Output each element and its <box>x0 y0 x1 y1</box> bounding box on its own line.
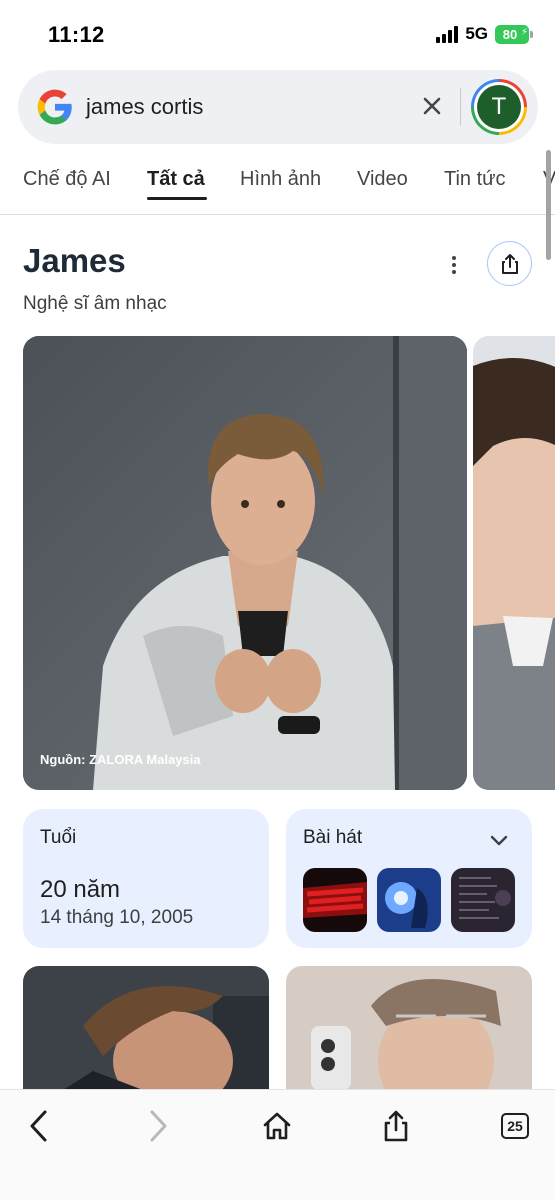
share-page-button[interactable] <box>374 1104 418 1148</box>
charging-bolt-icon: ⚡ <box>520 26 528 38</box>
battery-icon: 80 ⚡ <box>495 24 533 44</box>
song-thumbnail[interactable] <box>377 868 441 932</box>
chevron-right-icon <box>150 1110 167 1142</box>
entity-subtitle: Nghệ sĩ âm nhạc <box>23 293 167 314</box>
scrollbar[interactable] <box>546 150 551 260</box>
main-photo[interactable]: Nguồn: ZALORA Malaysia <box>23 336 467 790</box>
tab-all[interactable]: Tất cả <box>147 168 205 191</box>
search-bar[interactable]: james cortis T <box>18 70 538 144</box>
age-card-label: Tuổi <box>40 827 77 848</box>
grid-photo[interactable] <box>23 966 269 1090</box>
songs-card-label: Bài hát <box>303 827 363 848</box>
secondary-photo[interactable] <box>473 336 555 790</box>
grid-photo[interactable] <box>286 966 532 1090</box>
age-value: 20 năm <box>40 876 121 903</box>
more-options-button[interactable] <box>440 250 468 280</box>
person-photo-illustration <box>286 966 532 1090</box>
status-bar: 11:12 5G 80 ⚡ <box>0 0 555 66</box>
clear-search-button[interactable] <box>418 92 446 120</box>
home-button[interactable] <box>255 1104 299 1148</box>
network-label: 5G <box>465 24 488 43</box>
person-photo-illustration <box>473 336 555 790</box>
song-cover-blue-light <box>377 868 441 932</box>
search-divider <box>460 88 461 126</box>
search-tabs: Chế độ AI Tất cả Hình ảnh Video Tin tức … <box>0 152 555 214</box>
song-thumbnail[interactable] <box>451 868 515 932</box>
status-indicators: 5G 80 ⚡ <box>436 24 533 44</box>
home-icon <box>263 1112 291 1140</box>
account-avatar-button[interactable]: T <box>471 79 527 135</box>
tab-count-badge: 25 <box>501 1113 529 1139</box>
person-photo-illustration <box>23 966 269 1090</box>
tab-images[interactable]: Hình ảnh <box>240 168 321 191</box>
tab-ai-mode[interactable]: Chế độ AI <box>23 168 111 191</box>
songs-card[interactable]: Bài hát <box>286 809 532 948</box>
google-logo-icon <box>37 89 72 125</box>
tabs-button[interactable]: 25 <box>493 1104 537 1148</box>
share-button[interactable] <box>487 241 532 286</box>
tab-news[interactable]: Tin tức <box>444 168 506 191</box>
close-icon <box>423 97 441 115</box>
share-icon <box>501 253 518 274</box>
song-cover-tracklist <box>451 868 515 932</box>
search-input[interactable]: james cortis <box>86 94 203 120</box>
avatar: T <box>477 85 521 129</box>
forward-button[interactable] <box>136 1104 180 1148</box>
chevron-left-icon <box>30 1110 47 1142</box>
person-photo-illustration <box>23 336 467 790</box>
active-tab-indicator <box>147 197 207 200</box>
birth-date: 14 tháng 10, 2005 <box>40 907 194 928</box>
tabs-divider <box>0 214 555 215</box>
status-time: 11:12 <box>48 22 105 47</box>
song-thumbnail[interactable] <box>303 868 367 932</box>
chevron-down-icon[interactable] <box>488 829 510 851</box>
bottom-toolbar: 25 <box>0 1089 555 1200</box>
signal-icon <box>436 25 459 43</box>
tab-videos[interactable]: Video <box>357 168 408 191</box>
age-card[interactable]: Tuổi 20 năm 14 tháng 10, 2005 <box>23 809 269 948</box>
song-cover-redrum <box>303 868 367 932</box>
battery-level: 80 <box>502 26 518 42</box>
back-button[interactable] <box>17 1104 61 1148</box>
page-title: James <box>23 242 126 279</box>
photo-source-label: Nguồn: ZALORA Malaysia <box>40 752 201 767</box>
share-icon <box>384 1110 408 1142</box>
